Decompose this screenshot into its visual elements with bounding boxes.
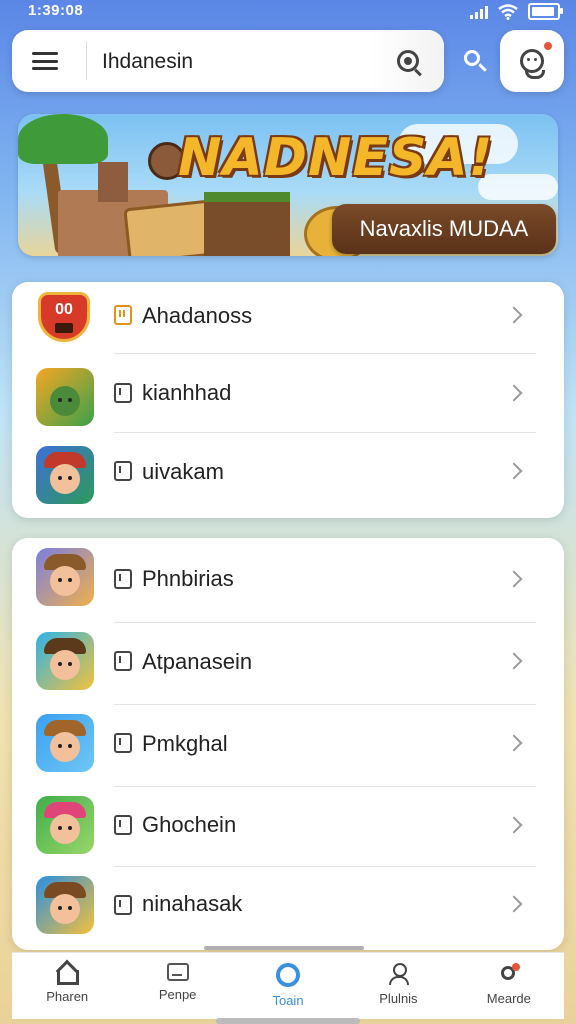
search-bar xyxy=(12,30,444,92)
divider xyxy=(114,353,536,354)
nav-item-profile[interactable]: Mearde xyxy=(454,953,564,1019)
warrior-icon xyxy=(36,368,94,426)
divider xyxy=(114,866,536,867)
palm-leaves-decoration xyxy=(18,114,108,164)
nav-label: Toain xyxy=(272,993,304,1008)
lens-icon xyxy=(397,50,419,72)
nav-item-images[interactable]: Penpe xyxy=(122,953,232,1019)
list-item[interactable]: Ghochein xyxy=(12,788,564,868)
menu-icon[interactable] xyxy=(32,52,58,70)
app-list-card: Phnbirias Atpanasein Pmkghal Ghochein ni… xyxy=(12,538,564,950)
banner-title: NADNESA! xyxy=(178,128,494,188)
chevron-right-icon xyxy=(505,652,523,670)
list-item[interactable]: kianhhad xyxy=(12,360,564,440)
home-icon xyxy=(56,963,80,985)
circle-icon xyxy=(276,963,301,987)
chevron-right-icon xyxy=(505,462,523,480)
status-bar: 1:39:08 xyxy=(0,0,576,26)
list-item-label: kianhhad xyxy=(142,380,232,405)
banner-cta-button[interactable]: Navaxlis MUDAA xyxy=(332,204,556,254)
tag-icon xyxy=(114,461,132,481)
nav-item-home[interactable]: Pharen xyxy=(12,953,122,1019)
chevron-right-icon xyxy=(505,570,523,588)
list-item-label: Ahadanoss xyxy=(142,303,253,328)
list-item-label: ninahasak xyxy=(142,891,243,916)
wifi-icon xyxy=(498,3,518,20)
list-item[interactable]: Ahadanoss xyxy=(12,282,564,362)
tag-icon xyxy=(114,569,132,589)
lens-button[interactable] xyxy=(372,30,444,92)
list-item-label: Atpanasein xyxy=(142,649,253,674)
nav-label: Plulnis xyxy=(379,991,418,1006)
notification-dot xyxy=(544,42,552,50)
home-indicator xyxy=(216,1018,360,1024)
status-icons xyxy=(470,3,563,20)
nav-item-active[interactable]: Toain xyxy=(233,953,343,1019)
signal-icon xyxy=(470,5,488,19)
list-item[interactable]: Pmkghal xyxy=(12,706,564,786)
bottom-nav: Pharen Penpe Toain Plulnis Mearde xyxy=(12,952,564,1019)
chevron-right-icon xyxy=(505,816,523,834)
tag-icon xyxy=(114,895,132,915)
divider xyxy=(114,432,536,433)
search-button[interactable] xyxy=(462,48,492,78)
nav-item-people[interactable]: Plulnis xyxy=(343,953,453,1019)
app-list-card: Ahadanoss kianhhad uivakam xyxy=(12,282,564,518)
divider xyxy=(114,786,536,787)
status-time: 1:39:08 xyxy=(28,2,84,19)
list-item-label: Phnbirias xyxy=(142,566,234,591)
crate-decoration xyxy=(123,199,215,256)
nav-label: Penpe xyxy=(158,987,197,1002)
assistant-icon xyxy=(520,49,545,79)
list-item[interactable]: uivakam xyxy=(12,438,564,518)
hut-decoration xyxy=(204,192,290,256)
assistant-button[interactable] xyxy=(500,30,564,92)
shield-icon xyxy=(38,292,90,342)
chevron-right-icon xyxy=(505,306,523,324)
chevron-right-icon xyxy=(505,384,523,402)
scroll-indicator[interactable] xyxy=(204,946,364,950)
battery-icon xyxy=(528,3,563,20)
list-item[interactable]: Atpanasein xyxy=(12,624,564,704)
explorer-icon xyxy=(36,632,94,690)
tag-icon xyxy=(114,815,132,835)
divider xyxy=(114,622,536,623)
adventurer-icon xyxy=(36,446,94,504)
search-divider xyxy=(86,42,87,80)
list-item-label: Ghochein xyxy=(142,812,237,837)
list-item[interactable]: Phnbirias xyxy=(12,540,564,620)
divider xyxy=(114,704,536,705)
nav-label: Pharen xyxy=(46,989,89,1004)
person-icon xyxy=(387,963,410,985)
explorer-icon xyxy=(36,876,94,934)
tag-icon xyxy=(114,305,132,325)
tag-icon xyxy=(114,651,132,671)
nav-label: Mearde xyxy=(486,991,531,1006)
explorer-icon xyxy=(36,548,94,606)
promo-banner[interactable]: NADNESA! Navaxlis MUDAA xyxy=(18,114,558,256)
list-item-label: Pmkghal xyxy=(142,731,228,756)
list-item[interactable]: ninahasak xyxy=(12,868,564,948)
list-item-label: uivakam xyxy=(142,459,224,484)
tag-icon xyxy=(114,733,132,753)
tag-icon xyxy=(114,383,132,403)
explorer-icon xyxy=(36,714,94,772)
image-icon xyxy=(166,963,189,981)
explorer-icon xyxy=(36,796,94,854)
search-icon xyxy=(464,50,480,66)
profile-icon xyxy=(498,963,520,985)
chevron-right-icon xyxy=(505,734,523,752)
chevron-right-icon xyxy=(505,895,523,913)
search-input[interactable] xyxy=(100,44,374,80)
